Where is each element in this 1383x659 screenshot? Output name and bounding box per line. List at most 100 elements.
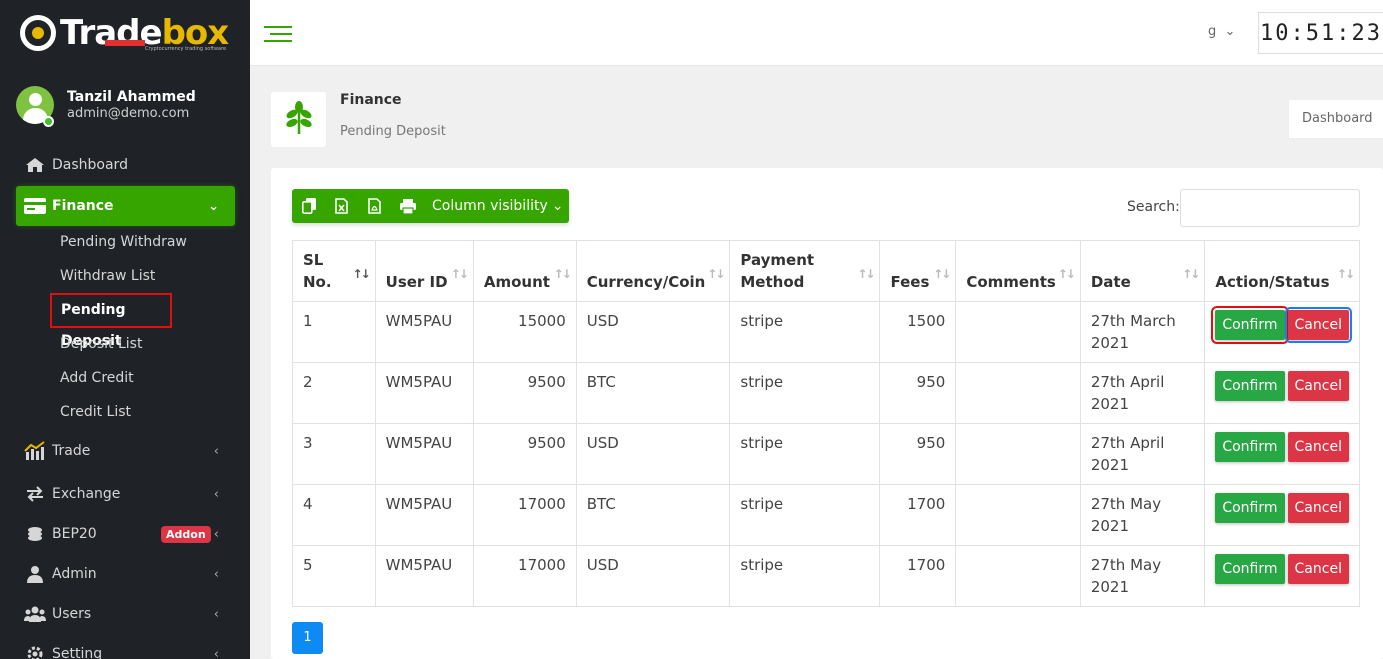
table-row: 3 WM5PAU 9500 USD stripe 950 27th April … bbox=[292, 423, 1360, 485]
brand-tagline: Cryptocurrency trading software bbox=[145, 46, 227, 52]
sidebar-item-setting[interactable]: Setting ‹ bbox=[16, 635, 235, 659]
sidebar-item-label: Setting bbox=[52, 646, 103, 659]
column-header-payment-method[interactable]: Payment Method ↑↓ bbox=[729, 240, 881, 302]
chevron-down-icon: ⌄ bbox=[208, 198, 219, 214]
page-title: Pending Deposit bbox=[340, 124, 446, 139]
sidebar: Tradebox Cryptocurrency trading software… bbox=[0, 0, 250, 659]
cell-sl: 4 bbox=[292, 484, 376, 546]
cancel-button[interactable]: Cancel bbox=[1287, 493, 1349, 523]
pagination-page-1[interactable]: 1 bbox=[292, 622, 323, 654]
menu-toggle-icon[interactable] bbox=[264, 26, 292, 42]
home-icon bbox=[24, 156, 46, 174]
sidebar-subitem-withdraw-list[interactable]: Withdraw List bbox=[60, 266, 155, 286]
column-header-date[interactable]: Date ↑↓ bbox=[1079, 240, 1206, 302]
cell-date: 27th May 2021 bbox=[1079, 484, 1206, 546]
cell-fees: 950 bbox=[879, 423, 957, 485]
chart-icon bbox=[24, 441, 46, 460]
sidebar-subitem-pending-deposit[interactable]: Pending Deposit bbox=[50, 293, 172, 349]
user-icon bbox=[24, 565, 46, 583]
column-header-fees[interactable]: Fees ↑↓ bbox=[879, 240, 957, 302]
chevron-down-icon: ⌄ bbox=[551, 198, 564, 214]
sidebar-item-dashboard[interactable]: Dashboard bbox=[16, 146, 235, 184]
cell-fees: 1500 bbox=[879, 301, 957, 363]
chevron-left-icon: ‹ bbox=[213, 606, 219, 622]
logo-bar bbox=[105, 40, 145, 46]
cell-user-id: WM5PAU bbox=[374, 484, 474, 546]
column-visibility-button[interactable]: Column visibility ⌄ bbox=[432, 198, 564, 214]
cell-actions: Confirm Cancel bbox=[1204, 423, 1360, 485]
table-header-row: SL No. ↑↓ User ID ↑↓ Amount ↑↓ Currency/Coi… bbox=[292, 240, 1360, 302]
sidebar-item-label: Users bbox=[52, 606, 92, 622]
column-header-currency[interactable]: Currency/Coin ↑↓ bbox=[575, 240, 731, 302]
language-label: g bbox=[1208, 24, 1217, 39]
chevron-left-icon: ‹ bbox=[213, 443, 219, 459]
column-header-comments[interactable]: Comments ↑↓ bbox=[955, 240, 1081, 302]
cancel-button[interactable]: Cancel bbox=[1287, 432, 1349, 462]
sidebar-subitem-deposit-list[interactable]: Deposit List bbox=[60, 334, 142, 354]
confirm-button[interactable]: Confirm bbox=[1215, 371, 1285, 401]
cell-actions: Confirm Cancel bbox=[1204, 362, 1360, 424]
confirm-button[interactable]: Confirm bbox=[1215, 432, 1285, 462]
sort-icon: ↑↓ bbox=[1336, 267, 1355, 281]
sidebar-subitem-add-credit[interactable]: Add Credit bbox=[60, 368, 134, 388]
gear-icon bbox=[24, 645, 46, 659]
sidebar-item-label: Exchange bbox=[52, 486, 121, 502]
cancel-button[interactable]: Cancel bbox=[1284, 307, 1352, 343]
confirm-button[interactable]: Confirm bbox=[1215, 493, 1285, 523]
exchange-icon bbox=[24, 485, 46, 503]
export-toolbar: Column visibility ⌄ bbox=[292, 189, 569, 223]
table-row: 2 WM5PAU 9500 BTC stripe 950 27th April … bbox=[292, 362, 1360, 424]
search-input[interactable] bbox=[1180, 189, 1360, 227]
sidebar-item-users[interactable]: Users ‹ bbox=[16, 595, 235, 633]
cell-currency: BTC bbox=[575, 362, 731, 424]
language-selector[interactable]: g ⌄ bbox=[1208, 24, 1235, 39]
sort-icon: ↑↓ bbox=[1182, 267, 1200, 281]
print-icon[interactable] bbox=[391, 189, 424, 223]
chevron-left-icon: ‹ bbox=[213, 526, 219, 542]
clock-display: 10:51:23 bbox=[1258, 12, 1383, 54]
sort-icon: ↑↓ bbox=[553, 267, 572, 281]
credit-card-icon bbox=[24, 197, 46, 215]
cell-date: 27th May 2021 bbox=[1079, 545, 1206, 607]
cell-amount: 15000 bbox=[472, 301, 577, 363]
cell-currency: USD bbox=[575, 423, 731, 485]
chevron-left-icon: ‹ bbox=[213, 646, 219, 659]
sidebar-subitem-pending-withdraw[interactable]: Pending Withdraw bbox=[60, 232, 187, 252]
coins-icon bbox=[24, 525, 46, 543]
column-header-user-id[interactable]: User ID ↑↓ bbox=[374, 240, 474, 302]
column-header-action-status[interactable]: Action/Status ↑↓ bbox=[1204, 240, 1360, 302]
pdf-icon[interactable] bbox=[358, 189, 391, 223]
column-header-amount[interactable]: Amount ↑↓ bbox=[472, 240, 577, 302]
logo-mark-icon bbox=[20, 15, 56, 51]
sidebar-item-admin[interactable]: Admin ‹ bbox=[16, 555, 235, 593]
cell-actions: Confirm Cancel bbox=[1204, 545, 1360, 607]
confirm-button[interactable]: Confirm bbox=[1215, 554, 1285, 584]
table-row: 4 WM5PAU 17000 BTC stripe 1700 27th May … bbox=[292, 484, 1360, 546]
search-label: Search: bbox=[1127, 199, 1180, 215]
table-row: 1 WM5PAU 15000 USD stripe 1500 27th Marc… bbox=[292, 301, 1360, 363]
chevron-down-icon: ⌄ bbox=[1220, 24, 1236, 39]
sidebar-item-trade[interactable]: Trade ‹ bbox=[16, 432, 235, 470]
sidebar-subitem-credit-list[interactable]: Credit List bbox=[60, 402, 131, 422]
copy-icon[interactable] bbox=[292, 189, 325, 223]
column-header-sl[interactable]: SL No. ↑↓ bbox=[292, 240, 376, 302]
sort-asc-icon: ↑↓ bbox=[352, 267, 371, 281]
dashboard-button[interactable]: Dashboard bbox=[1288, 99, 1383, 139]
cell-amount: 9500 bbox=[472, 362, 577, 424]
brand-logo[interactable]: Tradebox bbox=[0, 0, 250, 66]
table-row: 5 WM5PAU 17000 USD stripe 1700 27th May … bbox=[292, 545, 1360, 607]
cell-currency: USD bbox=[575, 301, 731, 363]
sidebar-item-exchange[interactable]: Exchange ‹ bbox=[16, 475, 235, 513]
column-visibility-label: Column visibility bbox=[432, 198, 548, 214]
confirm-button[interactable]: Confirm bbox=[1211, 306, 1289, 344]
cell-date: 27th April 2021 bbox=[1079, 423, 1206, 485]
users-icon bbox=[24, 605, 46, 623]
cell-comments bbox=[955, 423, 1081, 485]
cancel-button[interactable]: Cancel bbox=[1287, 554, 1349, 584]
chevron-left-icon: ‹ bbox=[213, 566, 219, 582]
sidebar-item-finance[interactable]: Finance ⌄ bbox=[16, 186, 235, 226]
pending-deposit-table: SL No. ↑↓ User ID ↑↓ Amount ↑↓ Currency/Coi… bbox=[292, 240, 1360, 607]
topbar: g ⌄ 10:51:23 bbox=[250, 0, 1383, 66]
cancel-button[interactable]: Cancel bbox=[1287, 371, 1349, 401]
excel-icon[interactable] bbox=[325, 189, 358, 223]
